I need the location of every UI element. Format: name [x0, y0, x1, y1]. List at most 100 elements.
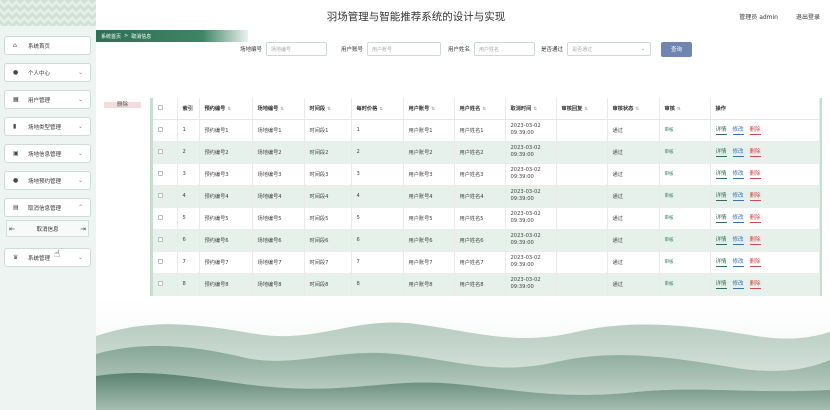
edit-button[interactable]: 修改 [732, 147, 744, 157]
row-checkbox[interactable] [158, 258, 163, 264]
col-header-reply[interactable]: 审核回复 ⇅ [556, 98, 608, 120]
select-all-checkbox[interactable] [158, 104, 163, 110]
audit-link[interactable]: 审核 [665, 172, 674, 177]
edit-button[interactable]: 修改 [732, 279, 744, 289]
col-header-price[interactable]: 每时价格 ⇅ [351, 98, 404, 120]
venue-no-input[interactable]: 场地编号 [266, 42, 328, 56]
row-checkbox-cell[interactable] [153, 207, 178, 230]
detail-button[interactable]: 详情 [715, 191, 727, 201]
col-header-account[interactable]: 用户账号 ⇅ [403, 98, 455, 120]
sort-icon[interactable]: ⇅ [431, 107, 435, 112]
row-checkbox-cell[interactable] [153, 141, 178, 164]
col-header-user-name[interactable]: 用户姓名 ⇅ [454, 98, 506, 120]
audit-link[interactable]: 审核 [665, 216, 674, 221]
sidebar-item-profile[interactable]: ● 个人中心 ⌄ [4, 63, 91, 82]
row-checkbox-cell[interactable] [153, 229, 178, 252]
cell-price: 3 [351, 163, 404, 186]
detail-button[interactable]: 详情 [715, 235, 727, 245]
col-header-time-slot[interactable]: 时间段 ⇅ [304, 98, 352, 120]
row-checkbox-cell[interactable] [153, 185, 178, 208]
logout-link[interactable]: 退出登录 [796, 12, 820, 21]
audit-link[interactable]: 审核 [665, 260, 674, 265]
audit-link[interactable]: 审核 [665, 238, 674, 243]
sort-icon[interactable]: ⇅ [482, 107, 486, 112]
audit-link[interactable]: 审核 [665, 282, 674, 287]
row-checkbox[interactable] [158, 280, 163, 286]
audit-link[interactable]: 审核 [665, 150, 674, 155]
row-checkbox-cell[interactable] [153, 273, 178, 296]
cell-time-slot: 时间段4 [304, 185, 352, 208]
sidebar-item-venue-booking-mgmt[interactable]: ● 场地预约管理 ⌄ [4, 171, 91, 190]
row-checkbox-cell[interactable] [153, 119, 178, 142]
row-checkbox[interactable] [158, 126, 163, 132]
row-checkbox[interactable] [158, 148, 163, 154]
detail-button[interactable]: 详情 [715, 147, 727, 157]
sidebar-item-user-mgmt[interactable]: ▦ 用户管理 ⌄ [4, 90, 91, 109]
table-row: 7 预约编号7 场地编号7 时间段7 7 用户账号7 用户姓名7 2023-03-02 09:3… [153, 251, 820, 274]
row-checkbox[interactable] [158, 236, 163, 242]
edit-button[interactable]: 修改 [732, 257, 744, 267]
detail-button[interactable]: 详情 [715, 257, 727, 267]
detail-button[interactable]: 详情 [715, 213, 727, 223]
edit-button[interactable]: 修改 [732, 235, 744, 245]
row-checkbox[interactable] [158, 170, 163, 176]
delete-button[interactable]: 删除 [749, 147, 761, 157]
sort-icon[interactable]: ⇅ [379, 107, 383, 112]
row-checkbox[interactable] [158, 192, 163, 198]
col-header-booking-no[interactable]: 预约编号 ⇅ [199, 98, 253, 120]
breadcrumb-home[interactable]: 系统首页 [101, 33, 121, 40]
col-header-index: 索引 [177, 98, 200, 120]
query-button[interactable]: 查询 [661, 41, 693, 57]
sidebar-item-home[interactable]: ⌂ 系统首页 [4, 36, 91, 55]
delete-button[interactable]: 删除 [749, 169, 761, 179]
select-all-cell[interactable] [153, 98, 178, 120]
cell-account: 用户账号5 [403, 207, 455, 230]
cell-status: 通过 [607, 163, 660, 186]
cell-time-slot: 时间段3 [304, 163, 352, 186]
edit-button[interactable]: 修改 [732, 213, 744, 223]
row-checkbox[interactable] [158, 214, 163, 220]
cell-audit: 审核 [659, 251, 711, 274]
sort-icon[interactable]: ⇅ [280, 107, 284, 112]
audit-link[interactable]: 审核 [665, 194, 674, 199]
edit-button[interactable]: 修改 [732, 169, 744, 179]
col-header-cancel-time[interactable]: 取消时间 ⇅ [505, 98, 557, 120]
delete-button[interactable]: 删除 [749, 125, 761, 135]
audit-link[interactable]: 审核 [665, 128, 674, 133]
sidebar-item-cancel-info-mgmt[interactable]: ▤ 取消信息管理 ⌃ [4, 198, 91, 217]
account-input[interactable]: 用户账号 [367, 42, 442, 56]
batch-delete-button[interactable]: 删除 [104, 102, 141, 108]
col-label: 用户姓名 [459, 105, 481, 112]
col-header-venue-no[interactable]: 场地编号 ⇅ [252, 98, 305, 120]
edit-button[interactable]: 修改 [732, 191, 744, 201]
approved-select[interactable]: 是否通过 ⌄ [567, 42, 652, 56]
sort-icon[interactable]: ⇅ [227, 107, 231, 112]
detail-button[interactable]: 详情 [715, 279, 727, 289]
sidebar-item-venue-type-mgmt[interactable]: ▮ 场地类型管理 ⌄ [4, 117, 91, 136]
sidebar-item-venue-info-mgmt[interactable]: ▣ 场地信息管理 ⌄ [4, 144, 91, 163]
delete-button[interactable]: 删除 [749, 213, 761, 223]
delete-button[interactable]: 删除 [749, 235, 761, 245]
row-checkbox-cell[interactable] [153, 163, 178, 186]
sidebar-item-system-mgmt[interactable]: ♛ 系统管理 ⌄ [4, 248, 91, 267]
col-label: 时间段 [309, 105, 326, 112]
grid-icon: ▦ [13, 96, 19, 103]
detail-button[interactable]: 详情 [715, 169, 727, 179]
delete-button[interactable]: 删除 [749, 257, 761, 267]
cell-cancel-time: 2023-03-02 09:39:00 [505, 141, 557, 164]
col-header-audit[interactable]: 审核 ⇅ [659, 98, 711, 120]
sidebar-subitem-cancel-info[interactable]: ⇤ 取消信息 ⇥ [6, 220, 89, 237]
sort-icon[interactable]: ⇅ [327, 107, 331, 112]
detail-button[interactable]: 详情 [715, 125, 727, 135]
delete-button[interactable]: 删除 [749, 191, 761, 201]
table-row: 4 预约编号4 场地编号4 时间段4 4 用户账号4 用户姓名4 2023-03-02 09:3… [153, 185, 820, 208]
delete-button[interactable]: 删除 [749, 279, 761, 289]
sort-icon[interactable]: ⇅ [635, 107, 639, 112]
col-header-status[interactable]: 审核状态 ⇅ [607, 98, 660, 120]
sort-icon[interactable]: ⇅ [677, 107, 681, 112]
sort-icon[interactable]: ⇅ [584, 107, 588, 112]
edit-button[interactable]: 修改 [732, 125, 744, 135]
user-name-input[interactable]: 用户姓名 [474, 42, 536, 56]
sort-icon[interactable]: ⇅ [533, 107, 537, 112]
row-checkbox-cell[interactable] [153, 251, 178, 274]
